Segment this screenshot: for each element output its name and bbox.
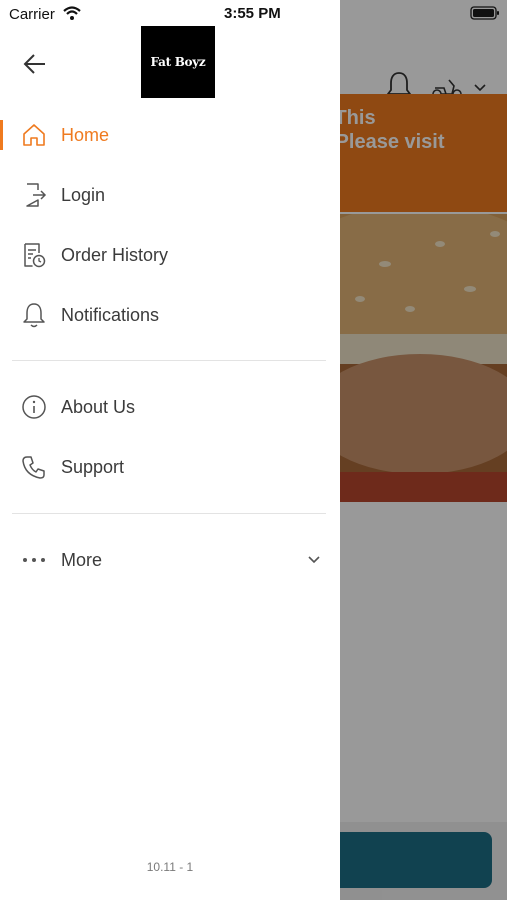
- menu-label: Login: [61, 184, 106, 205]
- menu-label: More: [61, 549, 103, 570]
- order-history-icon: [24, 243, 46, 268]
- divider: [12, 360, 326, 361]
- phone-icon: [22, 456, 45, 479]
- app-version: 10.11 - 1: [146, 860, 194, 874]
- menu-item-login[interactable]: Login: [0, 170, 340, 220]
- menu-label: Home: [61, 124, 110, 145]
- wifi-icon: [63, 6, 81, 20]
- home-icon: [23, 124, 45, 146]
- more-dots-icon: [23, 558, 45, 562]
- menu-label: Notifications: [61, 304, 160, 325]
- brand-logo-text: Fat Boyz: [150, 55, 206, 69]
- battery-icon: [470, 6, 499, 20]
- status-bar: Carrier 3:55 PM: [0, 0, 507, 28]
- back-arrow-icon[interactable]: [20, 50, 50, 78]
- active-indicator: [0, 120, 3, 150]
- navigation-drawer: Fat Boyz Home Login Order History Notifi…: [0, 0, 340, 900]
- menu-label: About Us: [61, 396, 136, 417]
- menu-item-order-history[interactable]: Order History: [0, 230, 340, 280]
- menu-item-support[interactable]: Support: [0, 442, 340, 492]
- menu-label: Support: [61, 456, 125, 477]
- bell-icon: [23, 303, 45, 328]
- carrier-label: Carrier: [9, 6, 55, 23]
- menu-item-more[interactable]: More: [0, 535, 340, 585]
- chevron-down-icon[interactable]: [306, 554, 322, 566]
- menu-item-about-us[interactable]: About Us: [0, 382, 340, 432]
- menu-label: Order History: [61, 244, 169, 265]
- menu-item-notifications[interactable]: Notifications: [0, 290, 340, 340]
- brand-logo: Fat Boyz: [141, 26, 215, 98]
- info-icon: [22, 395, 46, 419]
- divider: [12, 513, 326, 514]
- login-icon: [26, 183, 47, 207]
- menu-item-home[interactable]: Home: [0, 110, 340, 160]
- clock: 3:55 PM: [224, 5, 281, 22]
